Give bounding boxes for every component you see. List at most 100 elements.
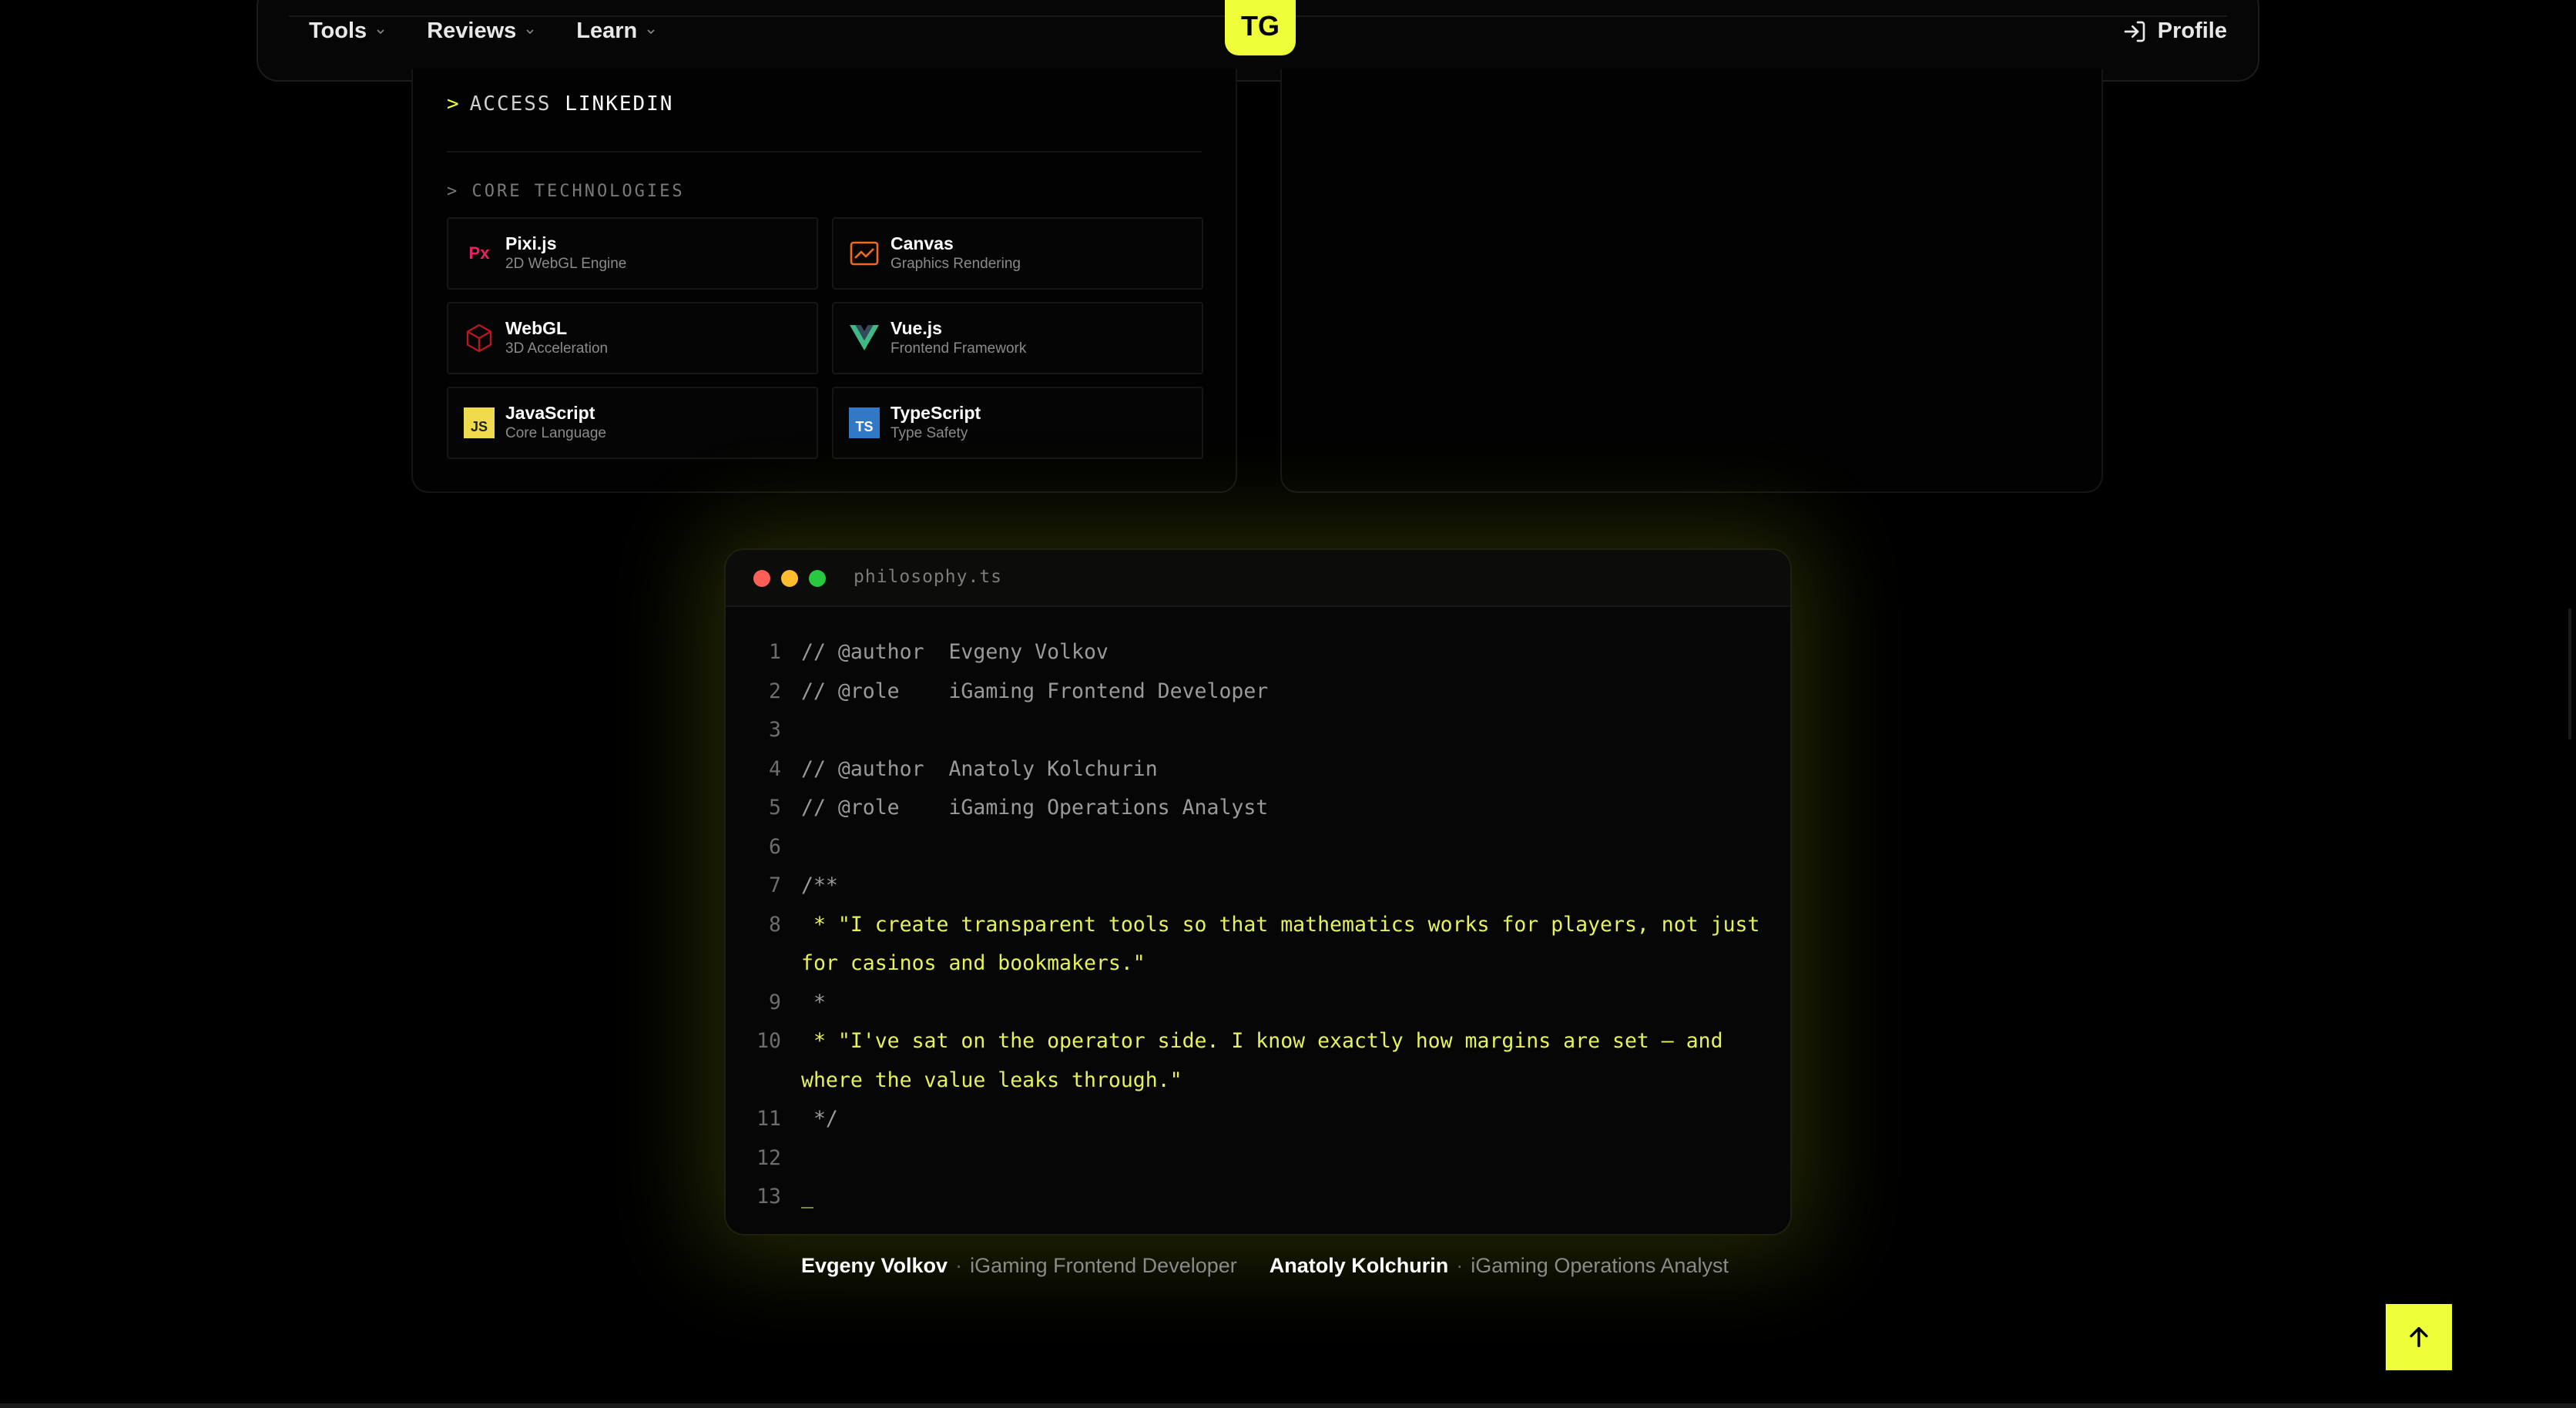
chevron-down-icon (377, 28, 384, 34)
line-number: 1 (769, 640, 781, 664)
code-filename: philosophy.ts (854, 567, 1003, 587)
credit-item: Anatoly Kolchurin · iGaming Operations Ana… (1270, 1254, 1729, 1278)
side-card (1280, 69, 2103, 493)
code-line: for casinos and bookmakers." (726, 944, 1790, 984)
close-dot-icon (753, 570, 770, 587)
code-line: 9 * (726, 984, 1790, 1023)
code-text: * "I've sat on the operator side. I know… (801, 1029, 1723, 1053)
tech-name: WebGL (505, 318, 568, 338)
pixijs-icon: Px (468, 243, 490, 263)
code-text: // @author Evgeny Volkov (801, 640, 1109, 664)
code-line: 7 /** (726, 867, 1790, 906)
tech-desc: Type Safety (891, 425, 968, 441)
line-number (726, 944, 801, 984)
nav-item-tools[interactable]: Tools (309, 18, 387, 44)
code-window-titlebar: philosophy.ts (726, 550, 1790, 607)
code-text: * (801, 990, 826, 1014)
scrollbar-thumb[interactable] (2568, 608, 2571, 739)
access-linkedin-link[interactable]: > ACCESS LINKEDIN (447, 92, 673, 116)
javascript-icon: JS (464, 407, 495, 438)
code-line: 13 _ (726, 1178, 1790, 1217)
tech-item-vuejs: Vue.js Frontend Framework (832, 302, 1203, 374)
profile-label: Profile (2157, 18, 2227, 43)
code-line: 3 (726, 711, 1790, 750)
code-line: 11 */ (726, 1100, 1790, 1139)
line-number: 6 (769, 834, 781, 859)
nav-menu: Tools Reviews Learn (309, 18, 657, 44)
nav-item-reviews[interactable]: Reviews (427, 18, 536, 44)
tech-item-pixijs: Px Pixi.js 2D WebGL Engine (447, 217, 818, 290)
vuejs-icon (849, 323, 880, 354)
canvas-chart-icon (849, 238, 880, 269)
line-number: 9 (769, 990, 781, 1014)
credit-role: iGaming Operations Analyst (1471, 1254, 1729, 1277)
bottom-edge (0, 1403, 2576, 1408)
tech-item-typescript: TS TypeScript Type Safety (832, 387, 1203, 459)
prompt-symbol: > (447, 92, 461, 116)
profile-button[interactable]: Profile (2122, 18, 2227, 44)
line-number: 13 (756, 1185, 781, 1209)
code-line: 8 * "I create transparent tools so that … (726, 906, 1790, 945)
line-number: 4 (769, 756, 781, 781)
code-line: 4 // @author Anatoly Kolchurin (726, 750, 1790, 789)
back-to-top-button[interactable] (2386, 1304, 2452, 1370)
tech-name: TypeScript (891, 403, 981, 423)
tech-card: > ACCESS LINKEDIN > CORE TECHNOLOGIES Px … (411, 69, 1237, 493)
tech-name: Vue.js (891, 318, 942, 338)
line-number: 11 (756, 1107, 781, 1131)
chevron-down-icon (647, 28, 655, 34)
tech-desc: Graphics Rendering (891, 256, 1021, 272)
code-line: 2 // @role iGaming Frontend Developer (726, 672, 1790, 712)
tech-item-webgl: WebGL 3D Acceleration (447, 302, 818, 374)
nav-item-label: Reviews (427, 18, 517, 43)
code-text: // @role iGaming Frontend Developer (801, 679, 1269, 703)
code-text: for casinos and bookmakers." (801, 951, 1145, 975)
code-text: * "I create transparent tools so that ma… (801, 912, 1760, 937)
site-logo[interactable]: TG (1225, 0, 1296, 55)
core-technologies-heading: > CORE TECHNOLOGIES (447, 182, 685, 201)
tech-name: Pixi.js (505, 233, 557, 253)
line-number (726, 1061, 801, 1101)
code-text: */ (801, 1107, 838, 1131)
code-line: where the value leaks through." (726, 1061, 1790, 1101)
author-credits: Evgeny Volkov · iGaming Frontend Developer… (801, 1254, 1729, 1278)
code-text: /** (801, 873, 838, 897)
line-number: 10 (756, 1029, 781, 1053)
line-number: 12 (756, 1145, 781, 1170)
tech-desc: Core Language (505, 425, 606, 441)
code-line: 10 * "I've sat on the operator side. I k… (726, 1022, 1790, 1061)
tech-desc: 3D Acceleration (505, 340, 609, 357)
credit-name: Evgeny Volkov (801, 1254, 948, 1277)
line-number: 3 (769, 718, 781, 742)
minimize-dot-icon (781, 570, 798, 587)
nav-item-label: Tools (309, 18, 367, 43)
access-target: LINKEDIN (565, 92, 674, 116)
code-body: 1 // @author Evgeny Volkov 2 // @role iGami… (726, 633, 1790, 1217)
typescript-icon: TS (849, 407, 880, 438)
line-number: 2 (769, 679, 781, 703)
line-number: 8 (769, 912, 781, 937)
credit-role: iGaming Frontend Developer (970, 1254, 1237, 1277)
code-line: 6 (726, 828, 1790, 867)
tech-name: JavaScript (505, 403, 595, 423)
credit-separator: · (955, 1254, 963, 1277)
code-line: 1 // @author Evgeny Volkov (726, 633, 1790, 672)
line-number: 7 (769, 873, 781, 897)
card-divider (447, 151, 1202, 153)
code-window: philosophy.ts 1 // @author Evgeny Volkov 2… (724, 548, 1792, 1235)
code-line: 12 (726, 1139, 1790, 1178)
tech-item-javascript: JS JavaScript Core Language (447, 387, 818, 459)
credit-name: Anatoly Kolchurin (1269, 1254, 1449, 1277)
code-line: 5 // @role iGaming Operations Analyst (726, 789, 1790, 828)
access-word: ACCESS (469, 92, 552, 116)
credit-separator: · (1456, 1254, 1464, 1277)
code-text: // @author Anatoly Kolchurin (801, 756, 1158, 781)
nav-item-label: Learn (576, 18, 638, 43)
code-text: _ (801, 1185, 813, 1209)
credit-item: Evgeny Volkov · iGaming Frontend Developer (801, 1254, 1237, 1278)
code-text: where the value leaks through." (801, 1068, 1182, 1092)
webgl-cube-icon (464, 323, 495, 354)
tech-name: Canvas (891, 233, 954, 253)
chevron-down-icon (526, 28, 534, 34)
nav-item-learn[interactable]: Learn (576, 18, 657, 44)
